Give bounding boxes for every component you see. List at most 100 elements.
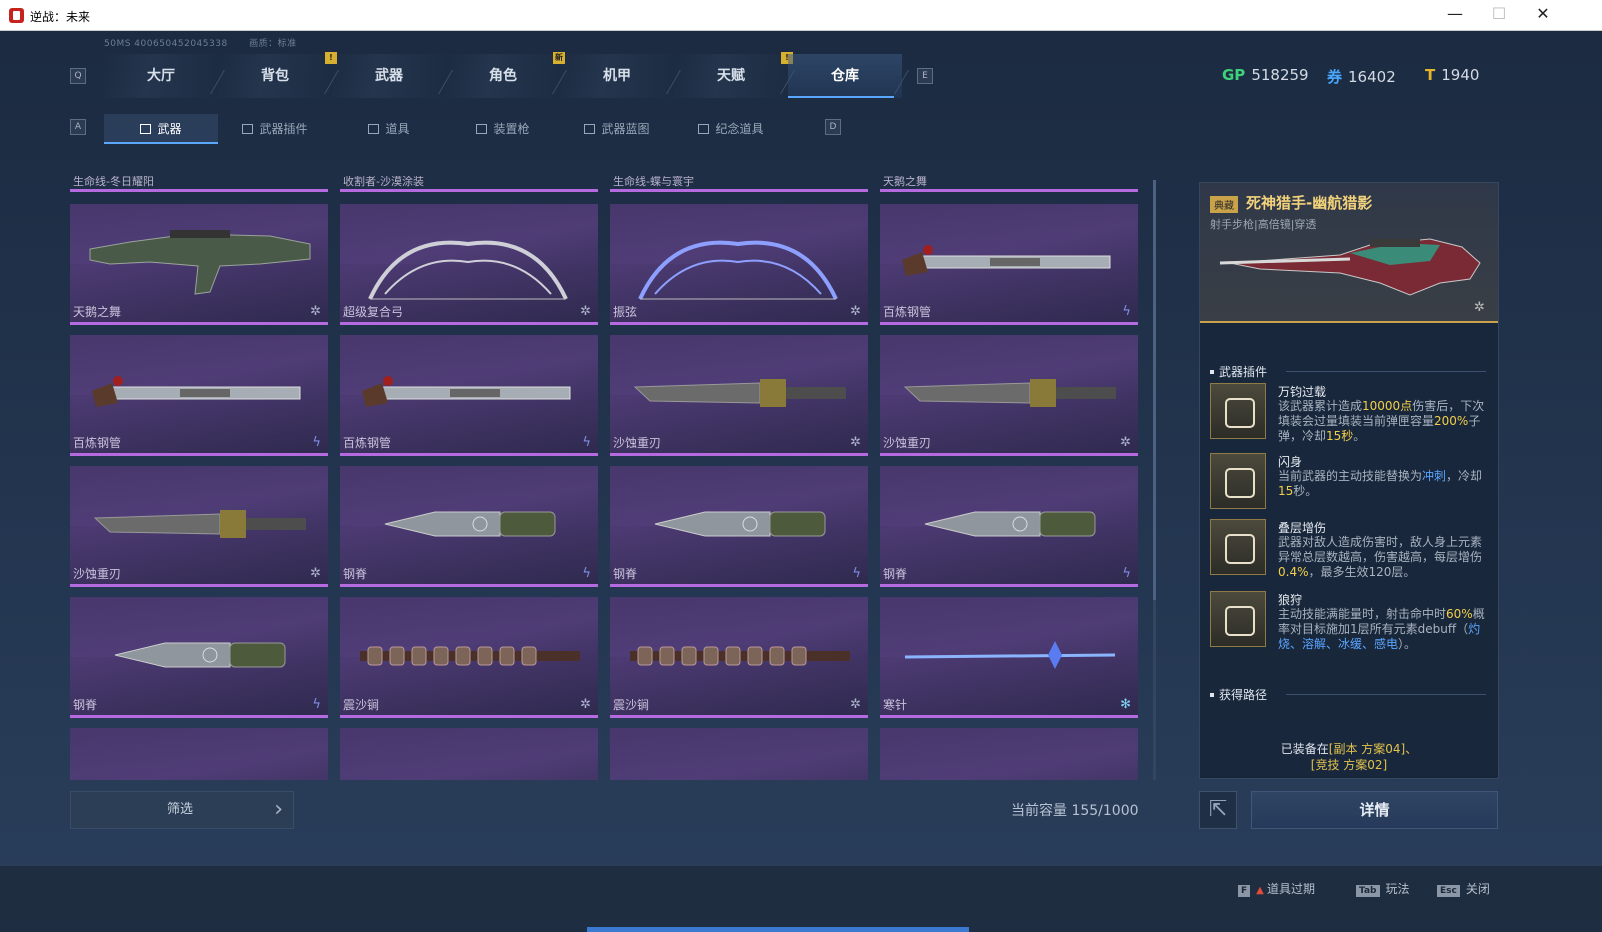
currency-icon: T: [1425, 66, 1436, 84]
weapon-name-label: 钢脊: [73, 698, 98, 712]
weapon-grid: 生命线-冬日耀阳 收割者-沙漠涂装 生命线-蝶与寰宇 天鹅之舞天鹅之舞 ✲ 超级复合弓 ✲ 振…: [70, 176, 1142, 780]
close-window-button[interactable]: ✕: [1523, 3, 1563, 27]
weapon-card[interactable]: 振弦 ✲: [610, 204, 868, 325]
subtab-4[interactable]: 武器蓝图: [560, 114, 674, 144]
plugin-name: 万钧过载: [1278, 385, 1327, 399]
detail-button[interactable]: 详情: [1251, 791, 1498, 829]
frost-icon: ✻: [1120, 697, 1131, 712]
weapon-card[interactable]: 百炼钢管 ϟ: [340, 335, 598, 456]
weapon-name-label: 沙蚀重刃: [883, 436, 932, 450]
tab-5[interactable]: 天赋!: [674, 52, 793, 98]
weapon-card[interactable]: 天鹅之舞 ✲: [70, 204, 328, 325]
hotkey-hint-0[interactable]: F ▲ 道具过期: [1238, 880, 1315, 897]
plugin-description: 该武器累计造成10000点伤害后，下次填装会过量填装当前弹匣容量200%子弹，冷…: [1278, 399, 1486, 444]
weapon-card[interactable]: 震沙锏 ✲: [610, 597, 868, 718]
subtab-2[interactable]: 道具: [332, 114, 446, 144]
weapon-card[interactable]: 钢脊 ϟ: [880, 466, 1138, 587]
partial-card-header[interactable]: 生命线-冬日耀阳: [70, 176, 328, 192]
weapon-card[interactable]: 沙蚀重刃 ✲: [880, 335, 1138, 456]
partial-card-header[interactable]: 收割者-沙漠涂装: [340, 176, 598, 192]
lightning-icon: ϟ: [582, 566, 591, 581]
partial-card-header[interactable]: 天鹅之舞: [880, 176, 1138, 192]
weapon-card[interactable]: 沙蚀重刃 ✲: [70, 466, 328, 587]
weapon-name-label: 寒针: [883, 698, 908, 712]
external-link-button[interactable]: ⇱: [1199, 791, 1237, 829]
subtab-0[interactable]: 武器: [104, 114, 218, 144]
maximize-button[interactable]: ☐: [1479, 3, 1519, 27]
weapon-card[interactable]: 钢脊 ϟ: [70, 597, 328, 718]
key-a-hint[interactable]: A: [70, 119, 86, 135]
tab-1[interactable]: 背包!: [218, 52, 337, 98]
currency-1: 券 16402: [1327, 66, 1396, 87]
tab-3[interactable]: 角色新: [446, 52, 565, 98]
weapon-name-label: 震沙锏: [343, 698, 380, 712]
weapon-card[interactable]: 寒针 ✻: [880, 597, 1138, 718]
subtab-5[interactable]: 纪念道具: [674, 114, 788, 144]
equipped-info: 已装备在[副本 方案04]、 [竞技 方案02]: [1200, 741, 1498, 773]
knife-weapon-image: [654, 511, 826, 537]
weapon-card[interactable]: 沙蚀重刃 ✲: [610, 335, 868, 456]
key-e-hint[interactable]: E: [917, 68, 933, 84]
subtab-1[interactable]: 武器插件: [218, 114, 332, 144]
chevron-right-icon: ›: [274, 797, 283, 822]
subtab-label: 纪念道具: [715, 122, 764, 136]
partial-card-header[interactable]: 生命线-蝶与寰宇: [610, 176, 868, 192]
weapon-name-label: 震沙锏: [613, 698, 650, 712]
description-segment: 15: [1278, 484, 1294, 498]
tab-6[interactable]: 仓库: [788, 54, 902, 98]
title-bar: 逆战：未来 — ☐ ✕: [0, 0, 1602, 31]
description-segment: 0.4%: [1278, 565, 1309, 579]
lightning-icon: ϟ: [312, 697, 321, 712]
weapon-name-label: 钢脊: [343, 567, 368, 581]
hotkey-hint-1[interactable]: Tab 玩法: [1356, 880, 1410, 897]
description-segment: 15秒: [1326, 429, 1354, 443]
weapon-card-partial[interactable]: [610, 728, 868, 780]
weapon-card[interactable]: 钢脊 ϟ: [340, 466, 598, 587]
knife-weapon-image: [384, 511, 556, 537]
key-q-hint[interactable]: Q: [70, 68, 86, 84]
tab-2[interactable]: 武器: [332, 54, 446, 98]
tab-label: 背包: [261, 68, 289, 84]
weapon-card[interactable]: 百炼钢管 ϟ: [70, 335, 328, 456]
tab-0[interactable]: 大厅: [104, 54, 218, 98]
description-segment: 10000点: [1362, 399, 1413, 413]
session-info: 50MS 400650452045338 画质：标准: [104, 36, 297, 49]
tab-label: 天赋: [717, 68, 745, 84]
bottom-bar: [0, 866, 1602, 932]
weapon-card-partial[interactable]: [880, 728, 1138, 780]
weapon-card-partial[interactable]: [340, 728, 598, 780]
lightning-icon: ϟ: [852, 566, 861, 581]
currency-value: 518259: [1251, 66, 1309, 84]
window-title: 逆战：未来: [30, 10, 91, 24]
hotkey-hint-2[interactable]: Esc 关闭: [1437, 880, 1490, 897]
weapon-card-partial[interactable]: [70, 728, 328, 780]
progress-strip: [587, 927, 969, 932]
key-d-hint[interactable]: D: [825, 119, 841, 135]
weapon-name-label: 百炼钢管: [883, 305, 932, 319]
app-icon: [9, 8, 24, 23]
tab-4[interactable]: 机甲: [560, 54, 674, 98]
grid-scrollbar[interactable]: [1153, 180, 1156, 780]
key-cap: Tab: [1356, 885, 1380, 897]
lightning-icon: ϟ: [312, 435, 321, 450]
element-icon: ✲: [850, 304, 861, 319]
weapon-card[interactable]: 百炼钢管 ϟ: [880, 204, 1138, 325]
currency-value: 16402: [1348, 68, 1396, 86]
tab-label: 角色: [489, 68, 517, 84]
game-window: 逆战：未来 — ☐ ✕ 50MS 400650452045338 画质：标准 Q…: [0, 0, 1602, 932]
filter-button[interactable]: 筛选 ›: [70, 791, 294, 829]
subtab-label: 装置枪: [493, 122, 530, 136]
element-icon: ✲: [310, 304, 321, 319]
tab-label: 仓库: [831, 68, 859, 84]
plugin-name: 闪身: [1278, 455, 1303, 469]
knife-weapon-image: [924, 511, 1096, 537]
subtab-3[interactable]: 装置枪: [446, 114, 560, 144]
equipped-prefix: 已装备在: [1280, 742, 1329, 756]
key-cap: Esc: [1437, 885, 1460, 897]
tab-label: 武器: [375, 68, 403, 84]
minimize-button[interactable]: —: [1435, 3, 1475, 27]
weapon-card[interactable]: 超级复合弓 ✲: [340, 204, 598, 325]
weapon-card[interactable]: 震沙锏 ✲: [340, 597, 598, 718]
weapon-card[interactable]: 钢脊 ϟ: [610, 466, 868, 587]
capacity-text: 当前容量 155/1000: [1011, 803, 1139, 819]
